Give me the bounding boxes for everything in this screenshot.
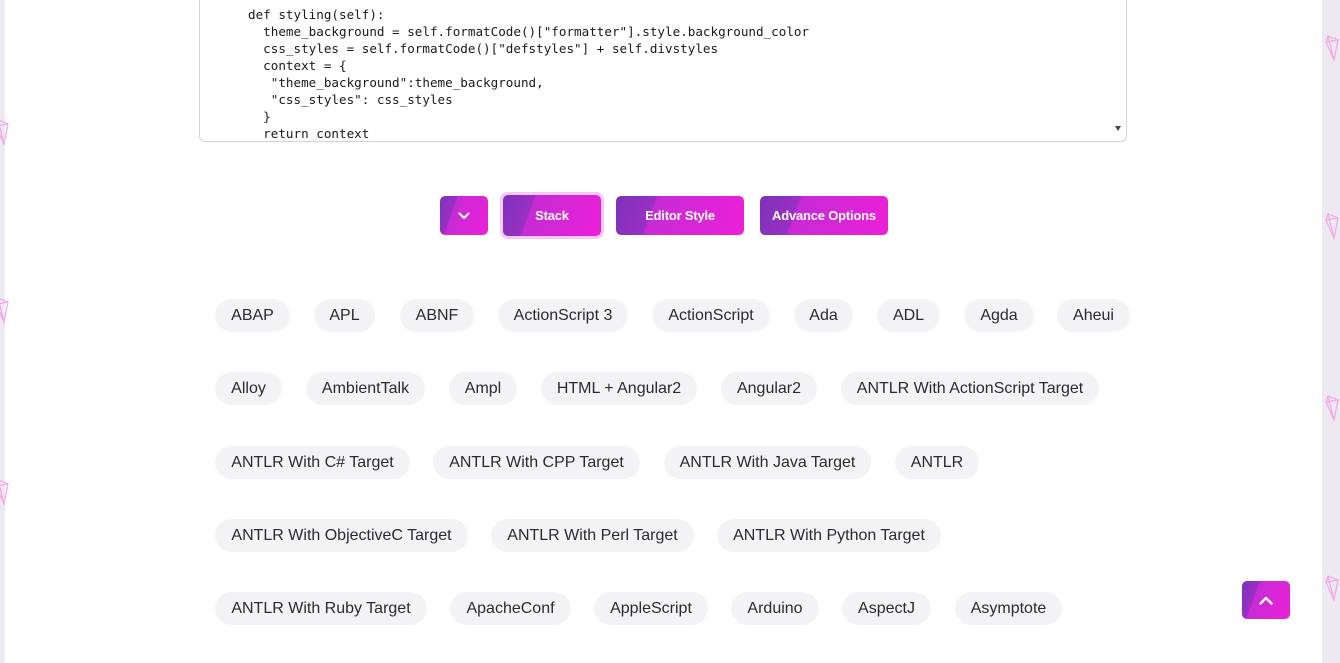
- stack-button[interactable]: Stack: [503, 195, 601, 236]
- language-chip[interactable]: Agda: [964, 299, 1034, 332]
- code-line: }: [248, 109, 271, 124]
- code-line: "theme_background":theme_background,: [248, 75, 544, 90]
- code-line: context = {: [248, 58, 347, 73]
- language-chip[interactable]: ABNF: [400, 299, 474, 332]
- code-line: def styling(self):: [248, 7, 385, 22]
- toggle-dropdown-button[interactable]: [440, 196, 488, 235]
- language-chip[interactable]: Alloy: [215, 372, 282, 405]
- language-chip[interactable]: ApacheConf: [450, 592, 571, 625]
- gem-outline-icon: [0, 296, 10, 324]
- language-chip[interactable]: Asymptote: [955, 592, 1062, 625]
- chevron-up-icon: [1259, 596, 1273, 605]
- scroll-down-arrow-icon[interactable]: [1115, 126, 1121, 131]
- language-chip[interactable]: HTML + Angular2: [541, 372, 697, 405]
- language-chip[interactable]: ANTLR With C# Target: [215, 446, 410, 479]
- language-chip[interactable]: ActionScript 3: [498, 299, 628, 332]
- language-chip[interactable]: Ada: [794, 299, 853, 332]
- language-chip[interactable]: ActionScript: [652, 299, 770, 332]
- language-chip[interactable]: APL: [314, 299, 375, 332]
- gem-outline-icon: [0, 118, 10, 146]
- language-chip[interactable]: AppleScript: [594, 592, 708, 625]
- language-chip[interactable]: AmbientTalk: [306, 372, 425, 405]
- language-chip[interactable]: AspectJ: [842, 592, 931, 625]
- language-chip[interactable]: ANTLR With Python Target: [717, 519, 941, 552]
- code-editor[interactable]: def styling(self): theme_background = se…: [199, 0, 1127, 142]
- language-chip[interactable]: ANTLR With ActionScript Target: [841, 372, 1099, 405]
- language-chip[interactable]: ANTLR With Perl Target: [491, 519, 694, 552]
- gem-outline-icon: [1324, 34, 1340, 62]
- language-chip[interactable]: ANTLR With Java Target: [664, 446, 871, 479]
- code-line: theme_background = self.formatCode()["fo…: [248, 24, 810, 39]
- language-chip[interactable]: Arduino: [731, 592, 819, 625]
- scroll-to-top-button[interactable]: [1242, 581, 1290, 619]
- right-side-panel: [1322, 0, 1340, 663]
- chevron-down-icon: [458, 211, 470, 219]
- gem-outline-icon: [1324, 394, 1340, 422]
- language-chip[interactable]: ANTLR: [895, 446, 979, 479]
- gem-outline-icon: [1324, 574, 1340, 602]
- language-chip[interactable]: ADL: [877, 299, 940, 332]
- code-line: "css_styles": css_styles: [248, 92, 453, 107]
- gem-outline-icon: [0, 478, 10, 506]
- code-line: return context: [248, 126, 370, 141]
- code-content[interactable]: def styling(self): theme_background = se…: [248, 6, 810, 141]
- gem-outline-icon: [1324, 212, 1340, 240]
- language-chip[interactable]: ANTLR With CPP Target: [433, 446, 640, 479]
- language-chip[interactable]: ANTLR With ObjectiveC Target: [215, 519, 468, 552]
- language-chip[interactable]: Aheui: [1057, 299, 1130, 332]
- left-side-panel: [0, 0, 5, 663]
- language-chip[interactable]: ANTLR With Ruby Target: [215, 592, 427, 625]
- language-chip[interactable]: Angular2: [721, 372, 817, 405]
- language-chip[interactable]: Ampl: [449, 372, 517, 405]
- code-line: css_styles = self.formatCode()["defstyle…: [248, 41, 719, 56]
- advance-options-button[interactable]: Advance Options: [760, 196, 888, 235]
- editor-style-button[interactable]: Editor Style: [616, 196, 744, 235]
- language-chip[interactable]: ABAP: [215, 299, 290, 332]
